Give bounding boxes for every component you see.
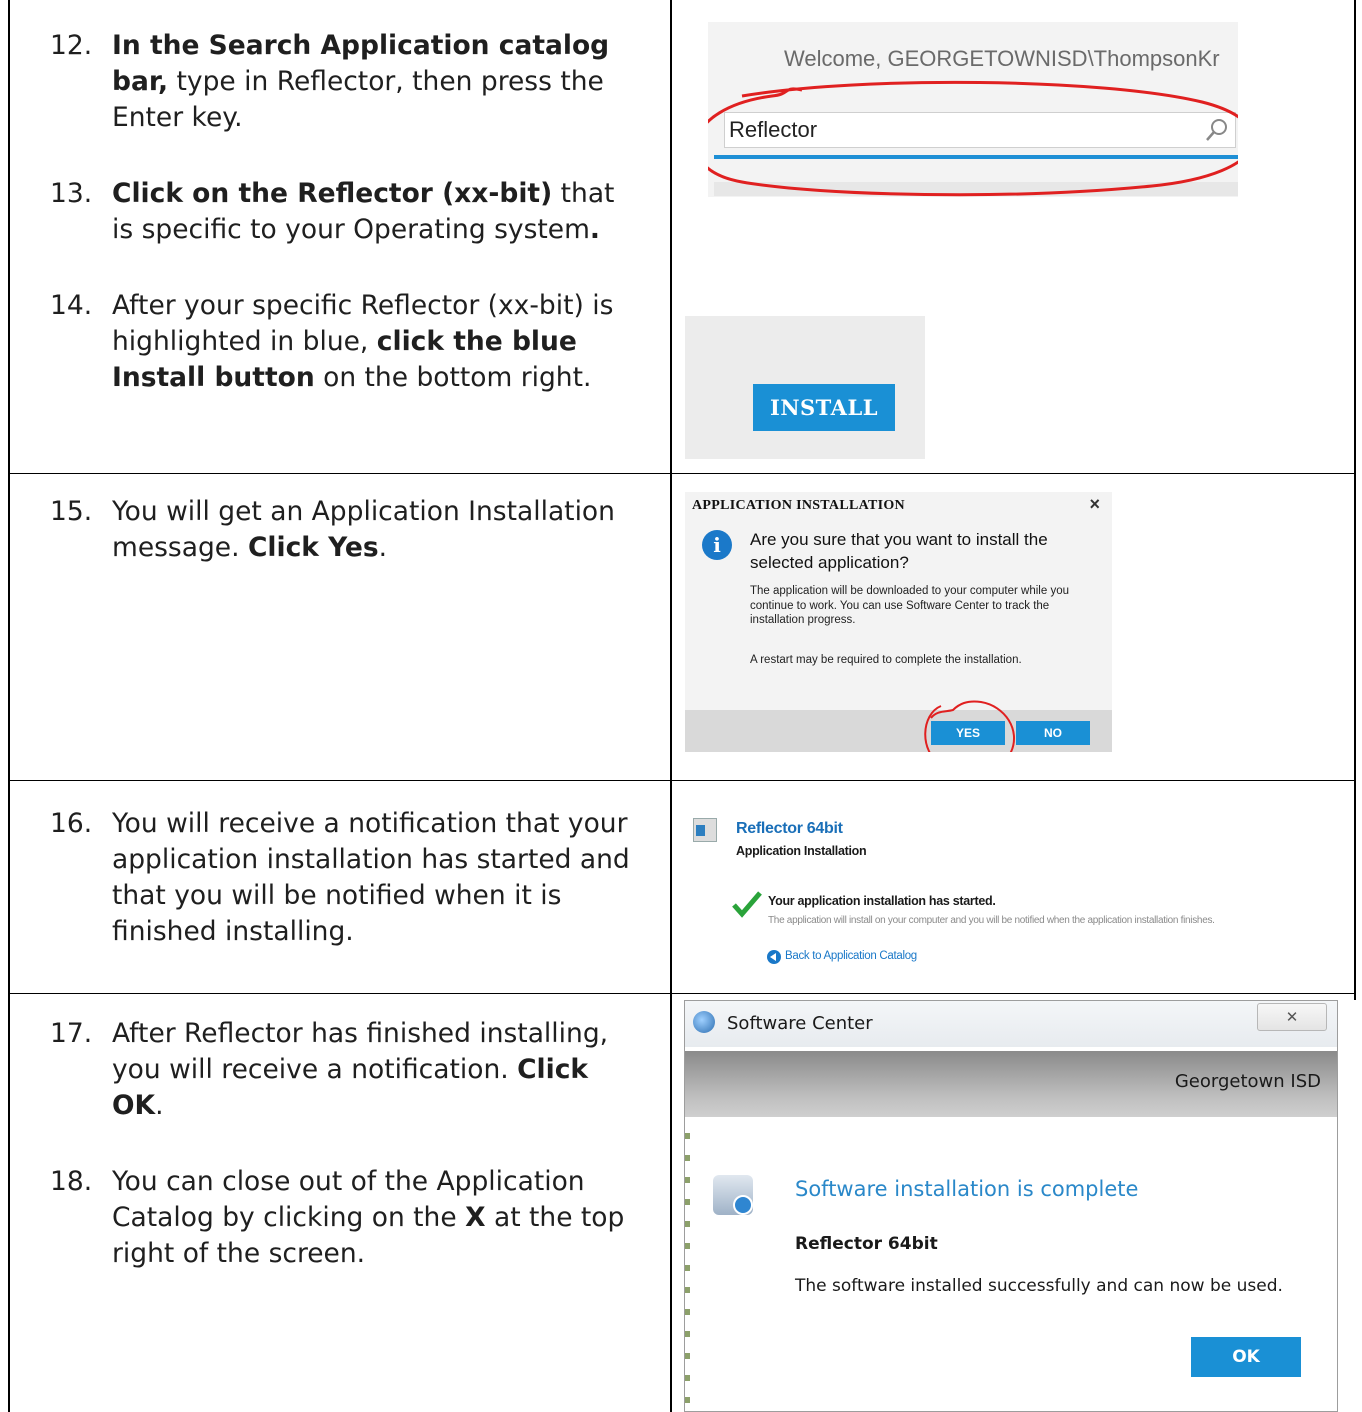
- table-right-border: [1354, 0, 1356, 1000]
- steps-group-4: 17. After Reflector has finished installi…: [50, 1016, 640, 1272]
- window-edge: [685, 1117, 690, 1411]
- row-divider: [8, 473, 1356, 474]
- started-detail: The application will install on your com…: [768, 915, 1215, 926]
- complete-headline: Software installation is complete: [795, 1177, 1139, 1201]
- organization-name: Georgetown ISD: [1174, 1071, 1321, 1092]
- dialog-restart-note: A restart may be required to complete th…: [750, 654, 1022, 666]
- install-screenshot: INSTALL: [685, 316, 925, 459]
- step-13: 13. Click on the Reflector (xx-bit) that …: [50, 178, 615, 245]
- software-center-screenshot: Software Center ✕ Georgetown ISD Softwar…: [684, 1000, 1338, 1412]
- package-name: Reflector 64bit: [795, 1234, 938, 1254]
- step-17: 17. After Reflector has finished installi…: [50, 1018, 609, 1121]
- table-left-border: [8, 0, 10, 1412]
- back-arrow-icon[interactable]: [767, 950, 781, 964]
- red-annotation-circle: [708, 80, 1238, 197]
- dialog-body: The application will be downloaded to yo…: [750, 585, 1069, 626]
- dialog-title: APPLICATION INSTALLATION: [692, 498, 905, 513]
- red-annotation-loop: [924, 700, 1016, 752]
- install-button[interactable]: INSTALL: [753, 384, 895, 431]
- close-button[interactable]: ✕: [1257, 1003, 1327, 1031]
- step-18: 18. You can close out of the Application …: [50, 1166, 625, 1269]
- app-name: Reflector 64bit: [736, 820, 843, 837]
- no-button[interactable]: NO: [1016, 721, 1090, 745]
- app-icon: [693, 818, 717, 842]
- table-column-divider: [670, 0, 672, 1412]
- step-15: 15. You will get an Application Installat…: [50, 496, 615, 563]
- back-to-catalog-link[interactable]: Back to Application Catalog: [785, 950, 917, 962]
- window-title: Software Center: [727, 1013, 873, 1034]
- row-divider: [8, 993, 1356, 994]
- started-message: Your application installation has starte…: [768, 894, 996, 908]
- dialog-question: Are you sure that you want to install th…: [750, 530, 1048, 572]
- steps-group-3: 16. You will receive a notification that …: [50, 806, 640, 950]
- step-12: 12. In the Search Application catalog bar…: [50, 30, 610, 133]
- step-16: 16. You will receive a notification that …: [50, 808, 630, 947]
- ok-button[interactable]: OK: [1191, 1337, 1301, 1377]
- steps-group-1: 12. In the Search Application catalog bar…: [50, 28, 640, 396]
- app-subtitle: Application Installation: [736, 844, 867, 858]
- install-started-screenshot: Reflector 64bit Application Installation…: [688, 808, 1328, 978]
- steps-group-2: 15. You will get an Application Installat…: [50, 494, 640, 566]
- close-icon[interactable]: ×: [1089, 494, 1100, 515]
- software-center-icon: [693, 1011, 715, 1033]
- step-14: 14. After your specific Reflector (xx-bit…: [50, 290, 614, 393]
- package-icon: [713, 1175, 753, 1215]
- info-icon: i: [702, 530, 732, 560]
- welcome-text: Welcome, GEORGETOWNISD\ThompsonKr: [784, 46, 1220, 71]
- row-divider: [8, 780, 1356, 781]
- checkmark-icon: [732, 891, 762, 918]
- success-message: The software installed successfully and …: [795, 1276, 1283, 1296]
- search-screenshot: Welcome, GEORGETOWNISD\ThompsonKr Reflec…: [708, 22, 1238, 197]
- install-dialog-screenshot: APPLICATION INSTALLATION × i Are you sur…: [685, 492, 1112, 752]
